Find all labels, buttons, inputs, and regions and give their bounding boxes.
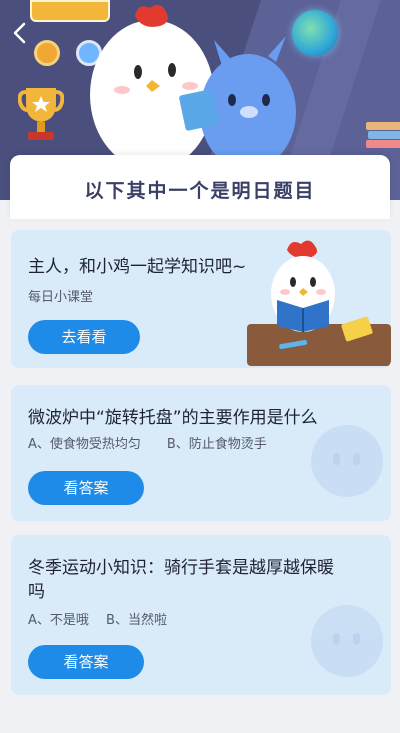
question-card: 微波炉中“旋转托盘”的主要作用是什么 A、使食物受热均匀 B、防止食物烫手 看答… — [11, 385, 391, 521]
page-title: 以下其中一个是明日题目 — [84, 180, 316, 202]
question-title-line2: 吗 — [28, 582, 45, 602]
question-options: A、使食物受热均匀 B、防止食物烫手 — [28, 437, 267, 452]
back-button[interactable] — [8, 22, 30, 48]
card-title: 主人，和小鸡一起学知识吧~ — [28, 257, 247, 277]
mascot-illustration — [90, 4, 296, 170]
question-card: 冬季运动小知识：骑行手套是越厚越保暖 吗 A、不是哦 B、当然啦 看答案 — [11, 535, 391, 695]
chicken-reading-illustration — [247, 240, 391, 366]
view-answer-button[interactable]: 看答案 — [28, 471, 144, 505]
medal-icon — [34, 40, 60, 66]
chevron-left-icon — [13, 22, 26, 44]
trophy-icon — [18, 88, 64, 140]
lesson-card: 主人，和小鸡一起学知识吧~ 每日小课堂 去看看 — [11, 230, 391, 368]
question-options: A、不是哦 B、当然啦 — [28, 613, 167, 628]
ghost-mascot-icon — [311, 425, 383, 497]
question-title-line1: 冬季运动小知识：骑行手套是越厚越保暖 — [28, 558, 334, 578]
view-answer-button[interactable]: 看答案 — [28, 645, 144, 679]
books-icon — [366, 122, 400, 148]
question-title: 微波炉中“旋转托盘”的主要作用是什么 — [28, 408, 318, 428]
ghost-mascot-icon — [311, 605, 383, 677]
card-subtitle: 每日小课堂 — [28, 290, 94, 305]
go-see-button[interactable]: 去看看 — [28, 320, 140, 354]
